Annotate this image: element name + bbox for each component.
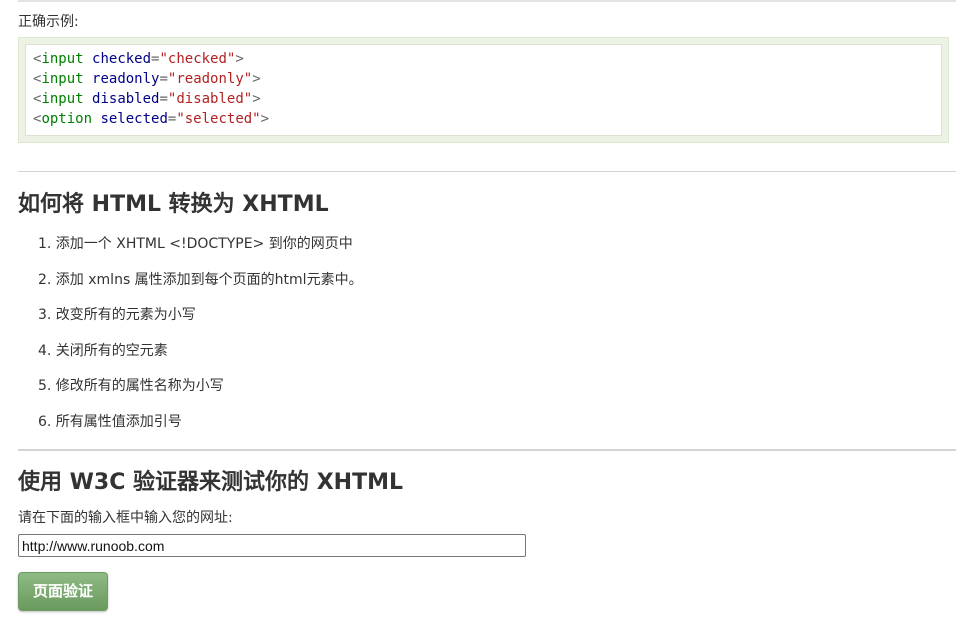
list-item: 5. 修改所有的属性名称为小写 [38,378,224,395]
code-line: <option selected="selected"> [33,111,270,127]
list-item: 6. 所有属性值添加引号 [38,413,182,430]
page: 正确示例: <input checked="checked"> <input r… [0,0,969,626]
list-item: 3. 改变所有的元素为小写 [38,307,196,324]
code-attr: selected [100,111,168,127]
code-attr: disabled [92,91,160,107]
code-tag: option [41,111,93,127]
code-value: "disabled" [167,91,253,107]
conversion-steps-list: 1. 添加一个 XHTML <!DOCTYPE> 到你的网页中 2. 添加 xm… [38,236,363,450]
section-heading-convert: 如何将 HTML 转换为 XHTML [18,192,329,217]
example-label: 正确示例: [18,14,79,30]
code-line: <input disabled="disabled"> [33,91,261,107]
code-tag: input [41,71,84,87]
code-value: "readonly" [167,71,253,87]
code-attr: checked [92,51,152,67]
code-attr: readonly [92,71,160,87]
section-divider [18,449,956,451]
list-item: 2. 添加 xmlns 属性添加到每个页面的html元素中。 [38,271,363,288]
code-tag: input [41,51,84,67]
code-example: <input checked="checked"> <input readonl… [25,44,942,136]
section-heading-validator: 使用 W3C 验证器来测试你的 XHTML [18,470,403,495]
code-line: <input checked="checked"> [33,51,244,67]
code-tag: input [41,91,84,107]
section-divider [18,171,956,172]
validate-page-button[interactable]: 页面验证 [18,572,108,611]
url-input[interactable] [18,534,526,557]
code-value: "checked" [159,51,236,67]
list-item: 1. 添加一个 XHTML <!DOCTYPE> 到你的网页中 [38,236,353,252]
code-line: <input readonly="readonly"> [33,71,261,87]
code-example-box: <input checked="checked"> <input readonl… [18,37,949,143]
top-divider [18,0,956,2]
list-item: 4. 关闭所有的空元素 [38,342,168,359]
code-value: "selected" [176,111,261,127]
url-prompt: 请在下面的输入框中输入您的网址: [18,510,233,526]
